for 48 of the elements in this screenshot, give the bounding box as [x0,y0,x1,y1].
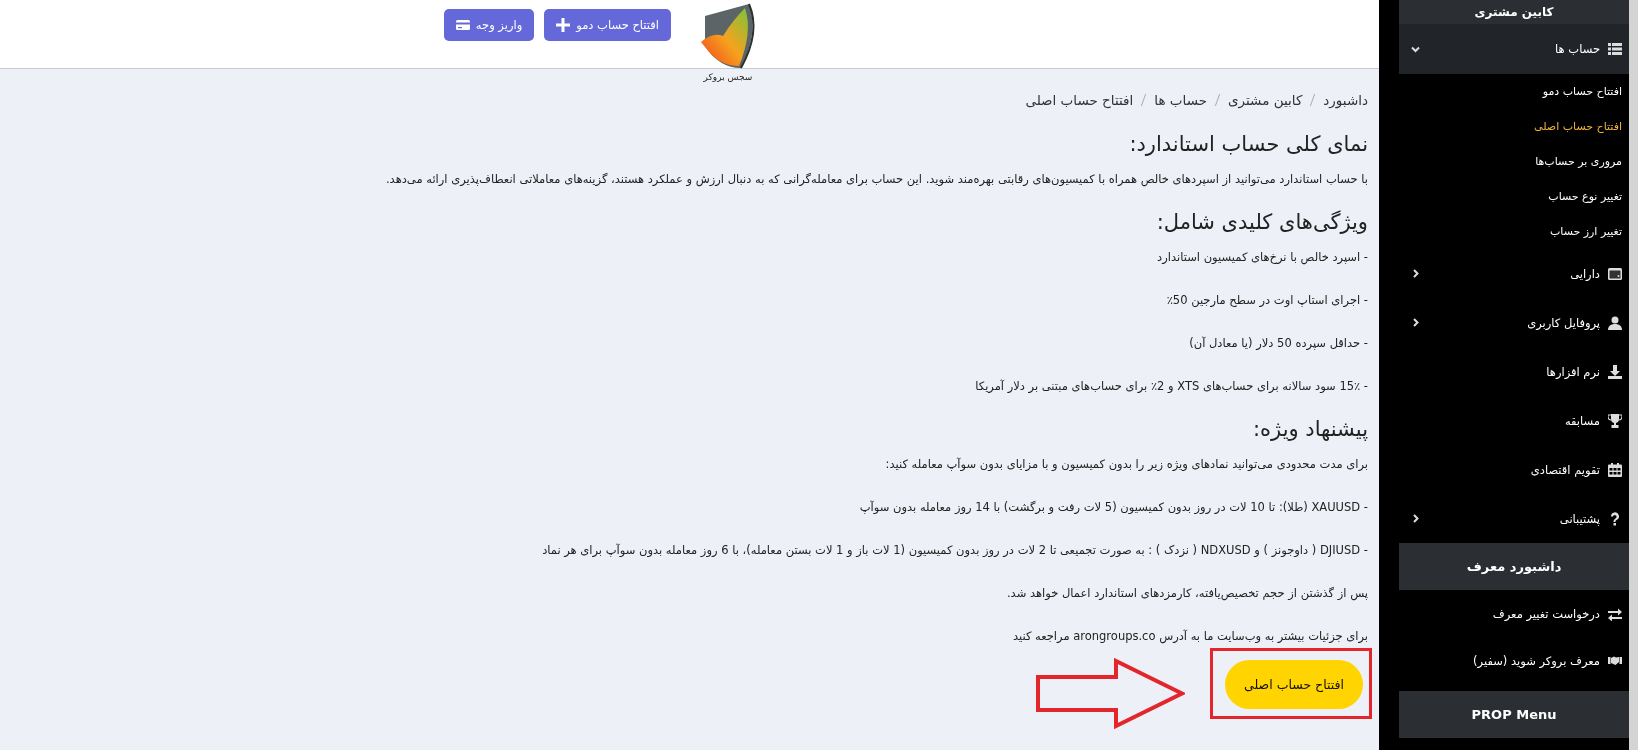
breadcrumb-link[interactable]: داشبورد [1323,92,1368,108]
trophy-icon [1608,413,1622,428]
demo-account-button[interactable]: افتتاح حساب دمو [544,9,671,41]
paragraph: با حساب استاندارد می‌توانید از اسپردهای خالص همراه با کمیسیون‌های رقابتی بهره‌مند شوید. این حساب برای معامله‌گرانی که به دنبال ارزش و عملکرد هستند، گزینه‌های معاملاتی انعطاف‌پذیری ارائه می‌دهد. [384,171,1368,189]
paragraph: - اسپرد خالص با نرخ‌های کمیسیون استاندارد [1156,249,1368,267]
sidebar-item: پروفایل کاربری [1399,298,1629,347]
section-header: کابین مشتری [1399,0,1629,24]
sidebar-item: درخواست تغییر معرف [1399,590,1629,637]
credit-card-icon [455,18,470,32]
paragraph: - حداقل سپرده 50 دلار (یا معادل آن) [1188,335,1368,352]
sidebar-item: تقویم اقتصادی [1399,445,1629,494]
open-account-button[interactable]: افتتاح حساب اصلی [1225,660,1363,709]
paragraph: - XAUUSD (طلا): تا 10 لات در روز بدون کمیسیون (5 لات رفت و برگشت) با 14 روز معامله بدون سوآپ [858,499,1368,516]
paragraph: پس از گذشتن از حجم تخصیص‌یافته، کارمزدهای استاندارد اعمال خواهد شد. [1005,585,1368,603]
logo-text: سجس بروکر [703,72,753,82]
user-icon [1608,315,1622,330]
plus-icon [556,18,571,32]
sidebar-item: معرف بروکر شوید (سفیر) [1399,637,1629,684]
question-mark-icon [1608,511,1622,526]
breadcrumb-link[interactable]: افتتاح حساب اصلی [1025,92,1134,108]
submenu-link[interactable]: مروری بر حساب‌ها [1535,155,1622,168]
sidebar-item: پشتیبانی [1399,494,1629,543]
calendar-icon [1608,462,1622,477]
submenu-link[interactable]: تغییر ارز حساب [1549,225,1622,238]
breadcrumb-link[interactable]: حساب ها [1154,92,1208,108]
sidebar-item: مسابقه [1399,396,1629,445]
download-icon [1608,364,1622,379]
paragraph: - 15٪ سود سالانه برای حساب‌های XTS و 2٪ برای حساب‌های مبتنی بر دلار آمریکا [974,378,1368,395]
sidebar-item: نرم افزارها [1399,347,1629,396]
wallet-icon [1608,266,1622,281]
section-header: داشبورد معرف [1399,543,1629,590]
paragraph: - اجرای استاپ اوت در سطح مارجین 50٪ [1165,292,1368,309]
section-heading: ویژگی‌های کلیدی شامل: [1155,209,1368,236]
breadcrumb-link[interactable]: کابین مشتری [1228,92,1303,108]
sidebar-item: دارایی [1399,249,1629,298]
submenu-link[interactable]: افتتاح حساب دمو [1542,85,1622,98]
paragraph: برای مدت محدودی می‌توانید نمادهای ویژه زیر را بدون کمیسیون و با مزایای بدون سوآپ معامله کنید: [884,456,1368,473]
menu-group-header[interactable]: حساب ها [1399,24,1629,74]
section-heading: نمای کلی حساب استاندارد: [1128,131,1368,158]
section-header: PROP Menu [1399,691,1629,738]
section-heading: پیشنهاد ویژه: [1252,416,1368,443]
deposit-button[interactable]: واریز وجه [443,9,535,41]
list-icon [1608,42,1622,56]
arrows-exchange-icon [1608,606,1622,621]
submenu-link[interactable]: افتتاح حساب اصلی [1534,120,1622,133]
submenu-link[interactable]: تغییر نوع حساب [1548,190,1622,203]
paragraph: - DJIUSD ( داوجونز ) و NDXUSD ( نزدک ) : به صورت تجمیعی تا 2 لات در روز بدون کمیسیون (1 لات باز و 1 لات بستن معامله)، با 6 روز معامله بدون سوآپ برای هر نماد [541,542,1368,559]
paragraph: برای جزئیات بیشتر به وب‌سایت ما به آدرس arongroups.co مراجعه کنید [1011,628,1368,646]
